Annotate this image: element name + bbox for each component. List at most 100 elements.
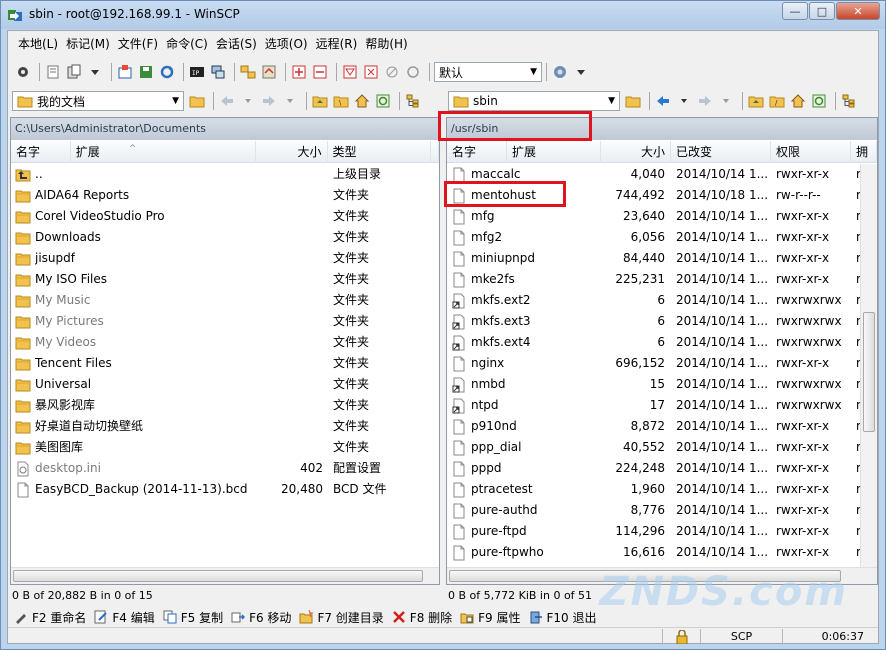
table-row[interactable]: pppd 224,248 2014/10/14 1... rwxr-xr-x r: [447, 458, 877, 479]
remote-vertical-scrollbar[interactable]: [860, 164, 877, 569]
table-row[interactable]: mentohust 744,492 2014/10/18 1... rw-r--r--…: [447, 185, 877, 206]
column-name[interactable]: 名字: [447, 141, 507, 163]
table-row[interactable]: mfg2 6,056 2014/10/14 1... rwxr-xr-x r: [447, 227, 877, 248]
local-parent-dir-button[interactable]: [311, 92, 329, 110]
local-home-button[interactable]: [353, 92, 371, 110]
copy-clipboard-button[interactable]: [65, 63, 83, 81]
column-changed[interactable]: 已改变: [671, 141, 771, 163]
transfer-queue-button[interactable]: [239, 63, 257, 81]
column-name[interactable]: 名字: [11, 141, 71, 163]
table-row[interactable]: Downloads 文件夹: [11, 227, 439, 248]
menu-help[interactable]: 帮助(H): [361, 34, 411, 54]
local-refresh-button[interactable]: [374, 92, 392, 110]
table-row[interactable]: My ISO Files 文件夹: [11, 269, 439, 290]
column-rights[interactable]: 权限: [771, 141, 851, 163]
remote-back-button[interactable]: [654, 92, 672, 110]
remote-parent-dir-button[interactable]: [747, 92, 765, 110]
remote-root-dir-button[interactable]: /: [768, 92, 786, 110]
column-extension[interactable]: 扩展 ^: [71, 141, 256, 163]
table-row[interactable]: 好桌道自动切换壁纸 文件夹: [11, 416, 439, 437]
menu-local[interactable]: 本地(L): [14, 34, 62, 54]
clear-selection-button[interactable]: [383, 63, 401, 81]
table-row[interactable]: My Pictures 文件夹: [11, 311, 439, 332]
putty-button[interactable]: [209, 63, 227, 81]
local-forward-button[interactable]: [260, 92, 278, 110]
table-row[interactable]: pure-authd 8,776 2014/10/14 1... rwxr-xr-x r: [447, 500, 877, 521]
table-row[interactable]: pure-ftpd 114,296 2014/10/14 1... rwxr-xr-x…: [447, 521, 877, 542]
table-row[interactable]: EasyBCD_Backup (2014-11-13).bcd 20,480 BCD…: [11, 479, 439, 500]
save-session-button[interactable]: [137, 63, 155, 81]
table-row[interactable]: mkfs.ext2 6 2014/10/14 1... rwxrwxrwx r: [447, 290, 877, 311]
column-owner[interactable]: 拥: [851, 141, 877, 163]
table-row[interactable]: My Videos 文件夹: [11, 332, 439, 353]
filter-button[interactable]: [341, 63, 359, 81]
menu-remote[interactable]: 远程(R): [312, 34, 362, 54]
minimize-button[interactable]: —: [782, 2, 808, 20]
table-row[interactable]: .. 上级目录: [11, 164, 439, 185]
local-tree-button[interactable]: [404, 92, 422, 110]
table-row[interactable]: p910nd 8,872 2014/10/14 1... rwxr-xr-x r: [447, 416, 877, 437]
table-row[interactable]: mfg 23,640 2014/10/14 1... rwxr-xr-x r: [447, 206, 877, 227]
f4-edit-button[interactable]: F4 编辑: [94, 609, 155, 626]
f8-delete-button[interactable]: F8 删除: [392, 609, 452, 626]
close-button[interactable]: ✕: [836, 2, 880, 20]
local-path-combo[interactable]: 我的文档 ▼: [12, 91, 184, 111]
table-row[interactable]: mkfs.ext3 6 2014/10/14 1... rwxrwxrwx r: [447, 311, 877, 332]
transfer-preset-dropdown[interactable]: [572, 63, 590, 81]
table-row[interactable]: nmbd 15 2014/10/14 1... rwxrwxrwx r: [447, 374, 877, 395]
console-button[interactable]: IP: [188, 63, 206, 81]
local-root-dir-button[interactable]: \: [332, 92, 350, 110]
column-size[interactable]: 大小: [601, 141, 671, 163]
table-row[interactable]: nginx 696,152 2014/10/14 1... rwxr-xr-x r: [447, 353, 877, 374]
title-bar[interactable]: sbin - root@192.168.99.1 - WinSCP — □ ✕: [1, 1, 885, 29]
menu-options[interactable]: 选项(O): [261, 34, 312, 54]
column-changed[interactable]: [431, 141, 439, 163]
f10-exit-button[interactable]: F10 退出: [529, 609, 597, 626]
refresh-button[interactable]: [404, 63, 422, 81]
f7-create-directory-button[interactable]: F7 创建目录: [299, 609, 384, 626]
f2-rename-button[interactable]: F2 重命名: [14, 609, 86, 626]
remote-path-combo[interactable]: sbin ▼: [448, 91, 620, 111]
remote-file-panel[interactable]: /usr/sbin 名字 扩展 大小 已改变 权限 拥 maccalc 4,040…: [446, 117, 878, 585]
transfer-settings-combo[interactable]: 默认 ▼: [434, 62, 542, 82]
keep-up-to-date-button[interactable]: [260, 63, 278, 81]
table-row[interactable]: maccalc 4,040 2014/10/14 1... rwxr-xr-x r: [447, 164, 877, 185]
unselect-files-button[interactable]: [311, 63, 329, 81]
transfer-preset-button[interactable]: [551, 63, 569, 81]
menu-file[interactable]: 文件(F): [114, 34, 162, 54]
menu-mark[interactable]: 标记(M): [62, 34, 114, 54]
table-row[interactable]: miniupnpd 84,440 2014/10/14 1... rwxr-xr-x r: [447, 248, 877, 269]
table-row[interactable]: 美图图库 文件夹: [11, 437, 439, 458]
local-horizontal-scrollbar[interactable]: [11, 567, 439, 584]
local-open-folder-button[interactable]: [188, 92, 206, 110]
table-row[interactable]: mke2fs 225,231 2014/10/14 1... rwxr-xr-x r: [447, 269, 877, 290]
remote-refresh-button[interactable]: [810, 92, 828, 110]
maximize-button[interactable]: □: [809, 2, 835, 20]
local-forward-dropdown[interactable]: [281, 92, 299, 110]
local-file-panel[interactable]: C:\Users\Administrator\Documents 名字 扩展 ^ …: [10, 117, 440, 585]
table-row[interactable]: ppp_dial 40,552 2014/10/14 1... rwxr-xr-x r: [447, 437, 877, 458]
preferences-button[interactable]: [14, 63, 32, 81]
column-type[interactable]: 类型: [328, 141, 432, 163]
column-size[interactable]: 大小: [256, 141, 328, 163]
table-row[interactable]: ntpd 17 2014/10/14 1... rwxrwxrwx r: [447, 395, 877, 416]
new-session-button[interactable]: [116, 63, 134, 81]
menu-commands[interactable]: 命令(C): [162, 34, 212, 54]
table-row[interactable]: Tencent Files 文件夹: [11, 353, 439, 374]
remote-back-dropdown[interactable]: [675, 92, 693, 110]
table-row[interactable]: pure-ftpwho 16,616 2014/10/14 1... rwxr-xr-…: [447, 542, 877, 563]
table-row[interactable]: Universal 文件夹: [11, 374, 439, 395]
f9-properties-button[interactable]: F9 属性: [460, 609, 521, 626]
remote-forward-dropdown[interactable]: [717, 92, 735, 110]
table-row[interactable]: Corel VideoStudio Pro 文件夹: [11, 206, 439, 227]
select-files-button[interactable]: [290, 63, 308, 81]
queue-button[interactable]: [44, 63, 62, 81]
f5-copy-button[interactable]: F5 复制: [163, 609, 223, 626]
table-row[interactable]: desktop.ini 402 配置设置: [11, 458, 439, 479]
remote-vscroll-thumb[interactable]: [863, 312, 875, 432]
local-hscroll-thumb[interactable]: [13, 570, 423, 582]
table-row[interactable]: mkfs.ext4 6 2014/10/14 1... rwxrwxrwx r: [447, 332, 877, 353]
local-back-button[interactable]: [218, 92, 236, 110]
local-back-dropdown[interactable]: [239, 92, 257, 110]
clipboard-dropdown[interactable]: [86, 63, 104, 81]
